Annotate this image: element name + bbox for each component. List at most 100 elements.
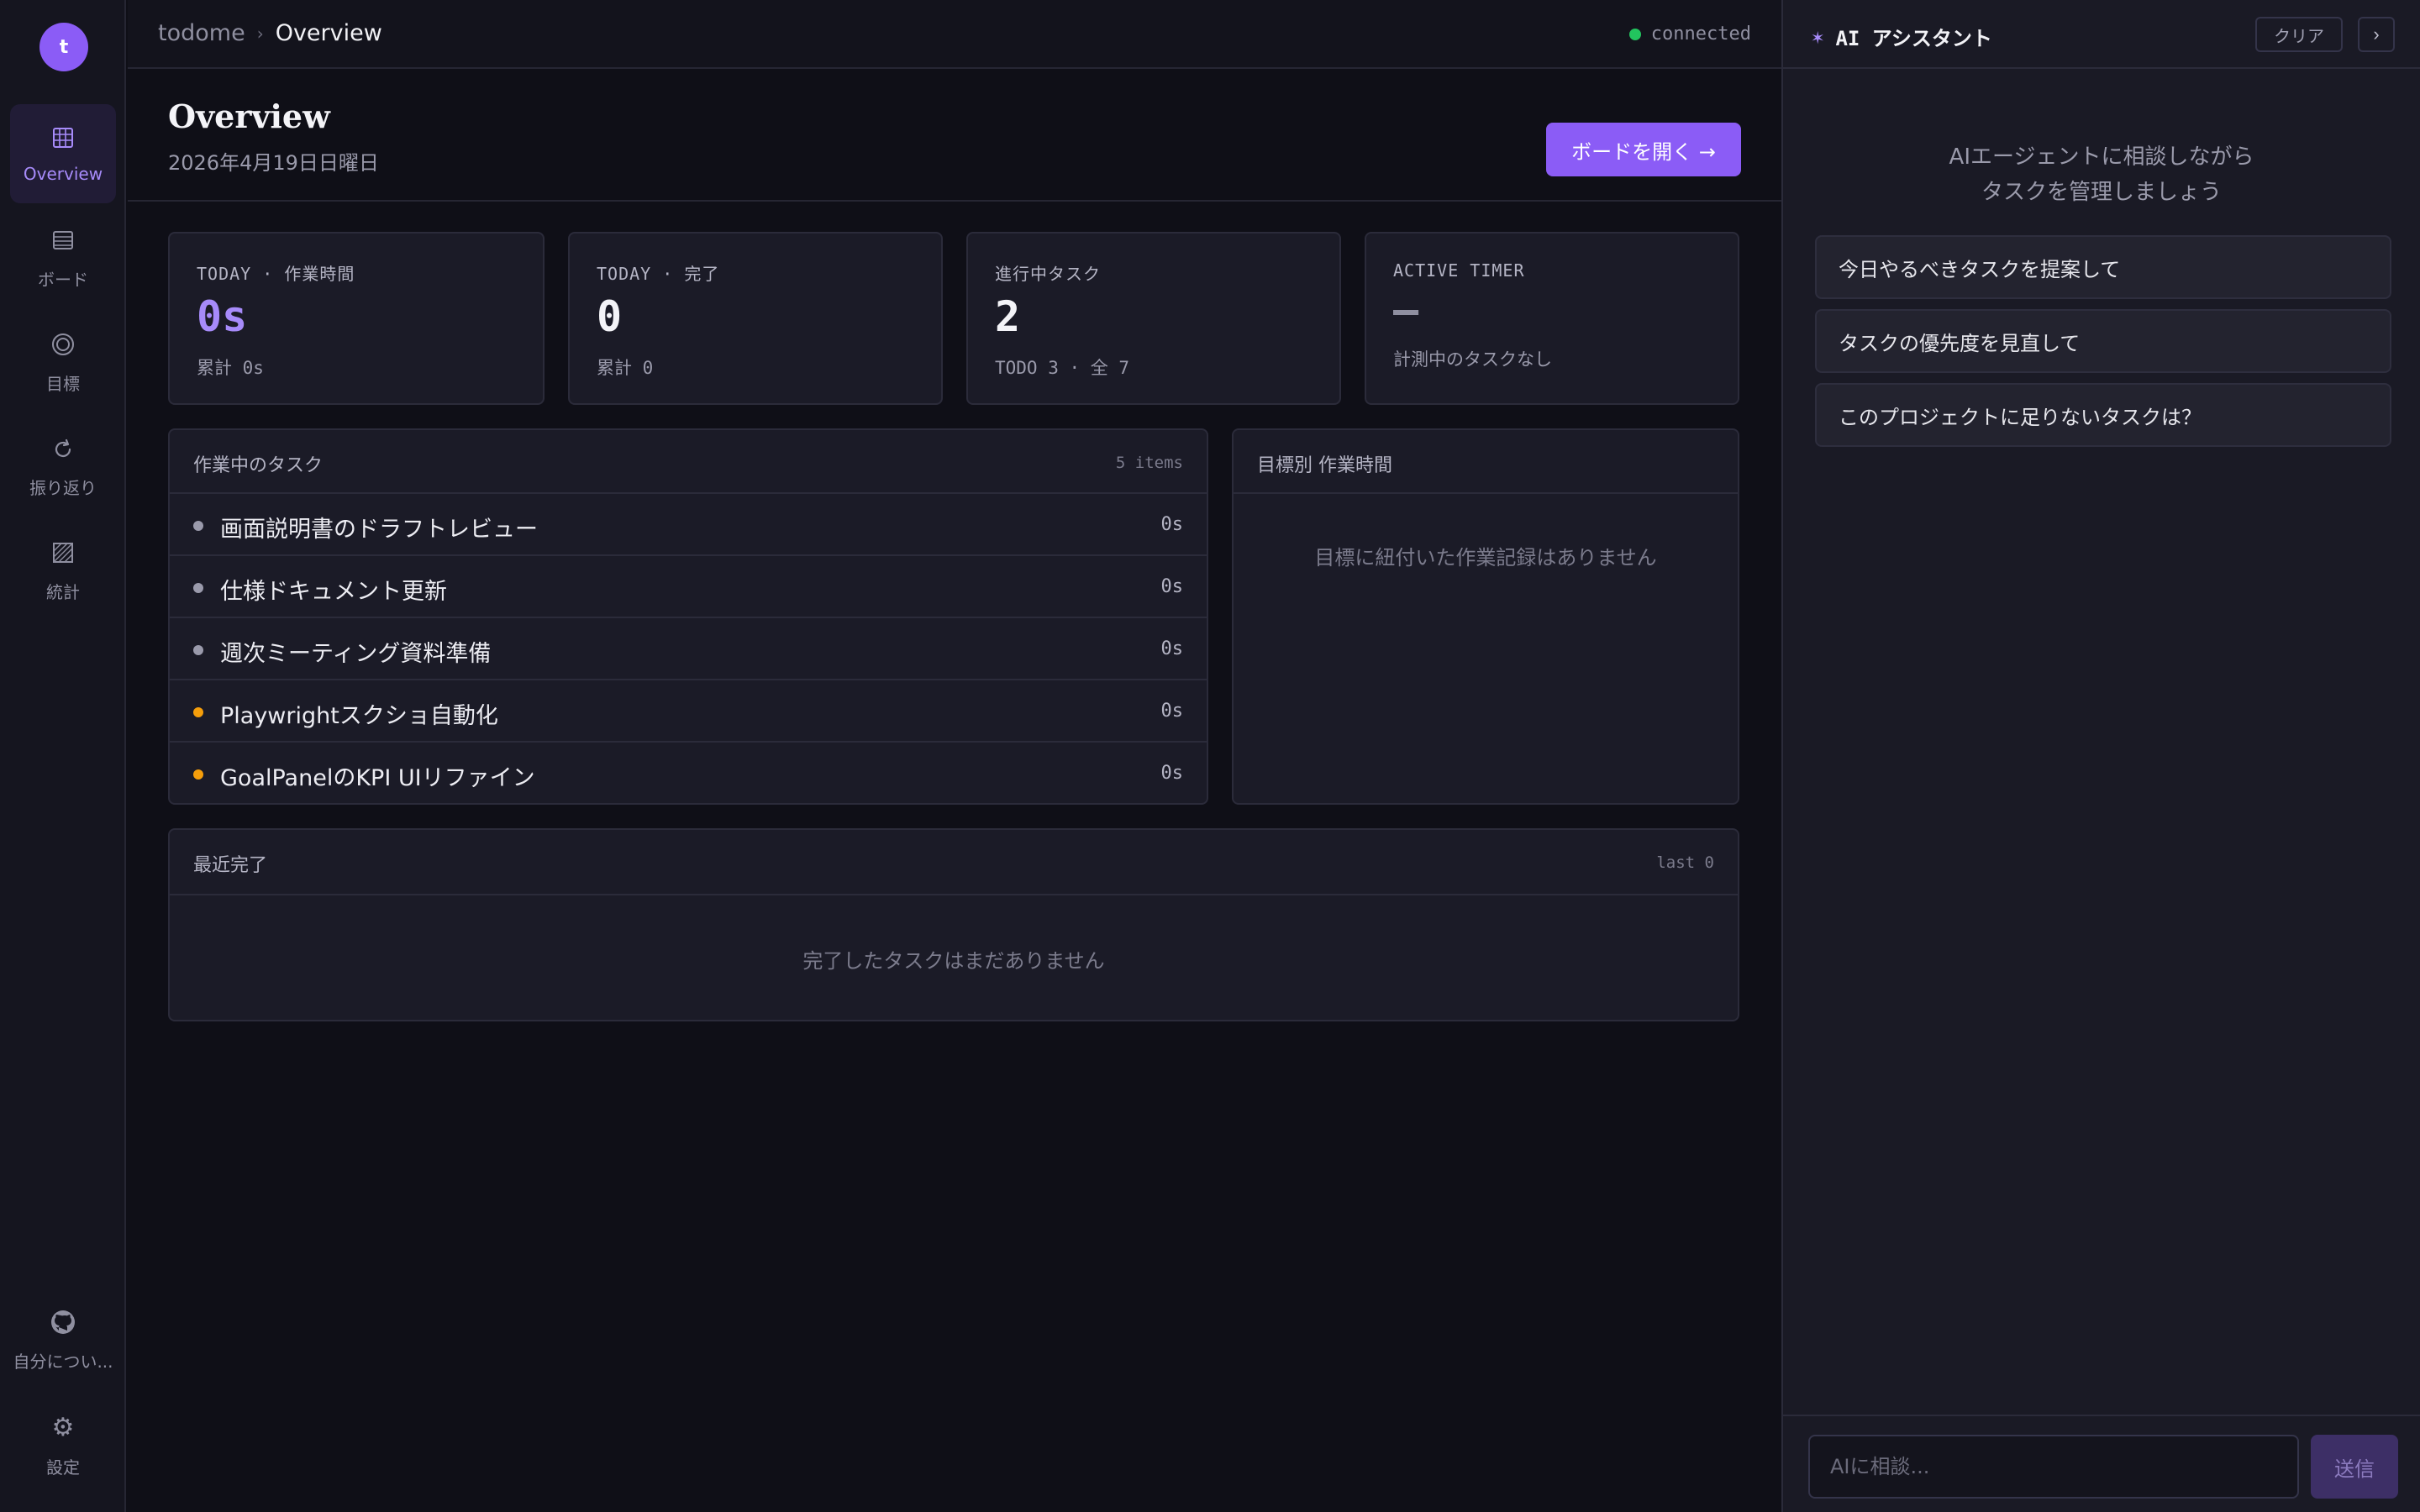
breadcrumb: todome › Overview xyxy=(158,20,382,46)
status-dot-icon xyxy=(193,583,203,593)
task-name: GoalPanelのKPI UIリファイン xyxy=(220,765,535,791)
sidebar-item-label: 目標 xyxy=(46,373,80,394)
task-name: 週次ミーティング資料準備 xyxy=(220,641,492,667)
recent-meta: last 0 xyxy=(1656,853,1714,872)
suggestion-button[interactable]: 今日やるべきタスクを提案して xyxy=(1815,235,2391,299)
grid-icon xyxy=(49,123,77,152)
sparkle-icon: ✶ xyxy=(1812,24,1824,49)
ai-assistant-panel: ✶ AI アシスタント クリア › AIエージェントに相談しながら タスクを管理… xyxy=(1781,0,2420,1512)
stat-sub: 累計 0s xyxy=(197,358,264,378)
sidebar: t Overview ボード 目標 振り返り 統計 自分につい... ⚙ 設定 xyxy=(0,0,126,1512)
ai-intro-line: AIエージェントに相談しながら xyxy=(1949,144,2254,170)
open-board-button[interactable]: ボードを開く → xyxy=(1546,123,1741,176)
stat-sub: 累計 0 xyxy=(597,358,654,378)
status-dot-icon xyxy=(193,707,203,717)
ai-chat-input[interactable] xyxy=(1808,1435,2299,1499)
task-name: 画面説明書のドラフトレビュー xyxy=(220,517,538,543)
stat-label: 進行中タスク xyxy=(995,264,1101,284)
task-name: 仕様ドキュメント更新 xyxy=(220,579,447,605)
breadcrumb-root[interactable]: todome xyxy=(158,20,245,46)
stat-value: — xyxy=(1393,286,1419,334)
target-icon xyxy=(49,330,77,359)
chart-icon xyxy=(49,538,77,567)
empty-message: 目標に紐付いた作業記録はありません xyxy=(1314,546,1657,570)
task-row[interactable]: 週次ミーティング資料準備 0s xyxy=(170,618,1207,680)
stat-label: ACTIVE TIMER xyxy=(1393,260,1525,281)
task-row[interactable]: Playwrightスクショ自動化 0s xyxy=(170,680,1207,743)
panel-title: 目標別 作業時間 xyxy=(1257,455,1392,476)
panel-header: 作業中のタスク 5 items xyxy=(170,430,1207,494)
page-date: 2026年4月19日日曜日 xyxy=(168,151,379,175)
task-row[interactable]: 画面説明書のドラフトレビュー 0s xyxy=(170,494,1207,556)
status-dot-icon xyxy=(193,645,203,655)
panel-title: 最近完了 xyxy=(193,855,268,876)
task-row[interactable]: 仕様ドキュメント更新 0s xyxy=(170,556,1207,618)
goal-time-panel: 目標別 作業時間 目標に紐付いた作業記録はありません xyxy=(1232,428,1739,805)
sidebar-item-goals[interactable]: 目標 xyxy=(10,312,116,412)
task-name: Playwrightスクショ自動化 xyxy=(220,703,498,729)
sidebar-item-settings[interactable]: ⚙ 設定 xyxy=(10,1396,116,1495)
avatar[interactable]: t xyxy=(39,23,88,71)
refresh-icon xyxy=(49,434,77,463)
clear-button[interactable]: クリア xyxy=(2255,17,2343,52)
ai-title: ✶ AI アシスタント xyxy=(1812,22,1992,51)
board-icon xyxy=(49,226,77,255)
stat-card-today-time: TODAY · 作業時間 0s 累計 0s xyxy=(168,232,544,405)
task-time: 0s xyxy=(1160,576,1184,597)
stat-value: 2 xyxy=(995,292,1021,341)
task-count: 5 items xyxy=(1115,454,1183,472)
task-time: 0s xyxy=(1160,701,1184,722)
sidebar-item-overview[interactable]: Overview xyxy=(10,104,116,203)
ai-intro: AIエージェントに相談しながら タスクを管理しましょう xyxy=(1783,139,2420,210)
connection-status: connected xyxy=(1628,24,1751,45)
stat-card-in-progress: 進行中タスク 2 TODO 3 · 全 7 xyxy=(966,232,1341,405)
status-dot-icon xyxy=(193,521,203,531)
breadcrumb-separator: › xyxy=(256,23,264,44)
sidebar-item-board[interactable]: ボード xyxy=(10,208,116,307)
ai-title-label: AI アシスタント xyxy=(1835,27,1992,50)
sidebar-item-label: 自分につい... xyxy=(13,1351,113,1372)
topbar: todome › Overview connected xyxy=(128,0,1781,69)
sidebar-item-label: 設定 xyxy=(46,1457,80,1478)
gear-icon: ⚙ xyxy=(51,1413,75,1442)
status-dot-icon xyxy=(193,769,203,780)
page-title: Overview xyxy=(168,97,330,135)
status-dot-icon xyxy=(1628,28,1641,40)
task-time: 0s xyxy=(1160,514,1184,535)
github-icon xyxy=(49,1308,77,1336)
sidebar-item-about[interactable]: 自分につい... xyxy=(10,1290,116,1389)
recent-done-panel: 最近完了 last 0 完了したタスクはまだありません xyxy=(168,828,1739,1021)
task-time: 0s xyxy=(1160,638,1184,659)
stat-card-active-timer: ACTIVE TIMER — 計測中のタスクなし xyxy=(1365,232,1739,405)
ai-input-bar: 送信 xyxy=(1783,1415,2420,1512)
stat-value: 0 xyxy=(597,292,623,341)
stat-value: 0s xyxy=(197,292,248,341)
panel-title: 作業中のタスク xyxy=(193,455,324,476)
empty-message: 完了したタスクはまだありません xyxy=(802,949,1105,973)
chevron-right-icon[interactable]: › xyxy=(2358,17,2395,52)
suggestion-button[interactable]: このプロジェクトに足りないタスクは？ xyxy=(1815,383,2391,447)
sidebar-item-label: Overview xyxy=(23,164,103,184)
ai-intro-line: タスクを管理しましょう xyxy=(1981,180,2222,205)
stat-card-today-done: TODAY · 完了 0 累計 0 xyxy=(568,232,943,405)
ai-header: ✶ AI アシスタント クリア › xyxy=(1783,0,2420,69)
connection-status-label: connected xyxy=(1650,24,1751,45)
send-button[interactable]: 送信 xyxy=(2311,1435,2398,1499)
stat-sub: TODO 3 · 全 7 xyxy=(995,358,1130,378)
stat-label: TODAY · 完了 xyxy=(597,264,720,284)
stat-sub: 計測中のタスクなし xyxy=(1393,349,1552,370)
panel-header: 最近完了 last 0 xyxy=(170,830,1738,895)
sidebar-item-review[interactable]: 振り返り xyxy=(10,417,116,516)
sidebar-item-label: 振り返り xyxy=(29,477,97,498)
breadcrumb-current: Overview xyxy=(275,20,382,46)
sidebar-item-label: ボード xyxy=(38,269,88,290)
sidebar-item-label: 統計 xyxy=(46,581,80,602)
stat-label: TODAY · 作業時間 xyxy=(197,264,355,284)
sidebar-item-stats[interactable]: 統計 xyxy=(10,521,116,620)
suggestion-button[interactable]: タスクの優先度を見直して xyxy=(1815,309,2391,373)
active-tasks-panel: 作業中のタスク 5 items 画面説明書のドラフトレビュー 0s 仕様ドキュメント… xyxy=(168,428,1208,805)
panel-header: 目標別 作業時間 xyxy=(1234,430,1738,494)
task-time: 0s xyxy=(1160,763,1184,784)
page-header: Overview 2026年4月19日日曜日 ボードを開く → xyxy=(128,71,1781,202)
task-row[interactable]: GoalPanelのKPI UIリファイン 0s xyxy=(170,743,1207,805)
